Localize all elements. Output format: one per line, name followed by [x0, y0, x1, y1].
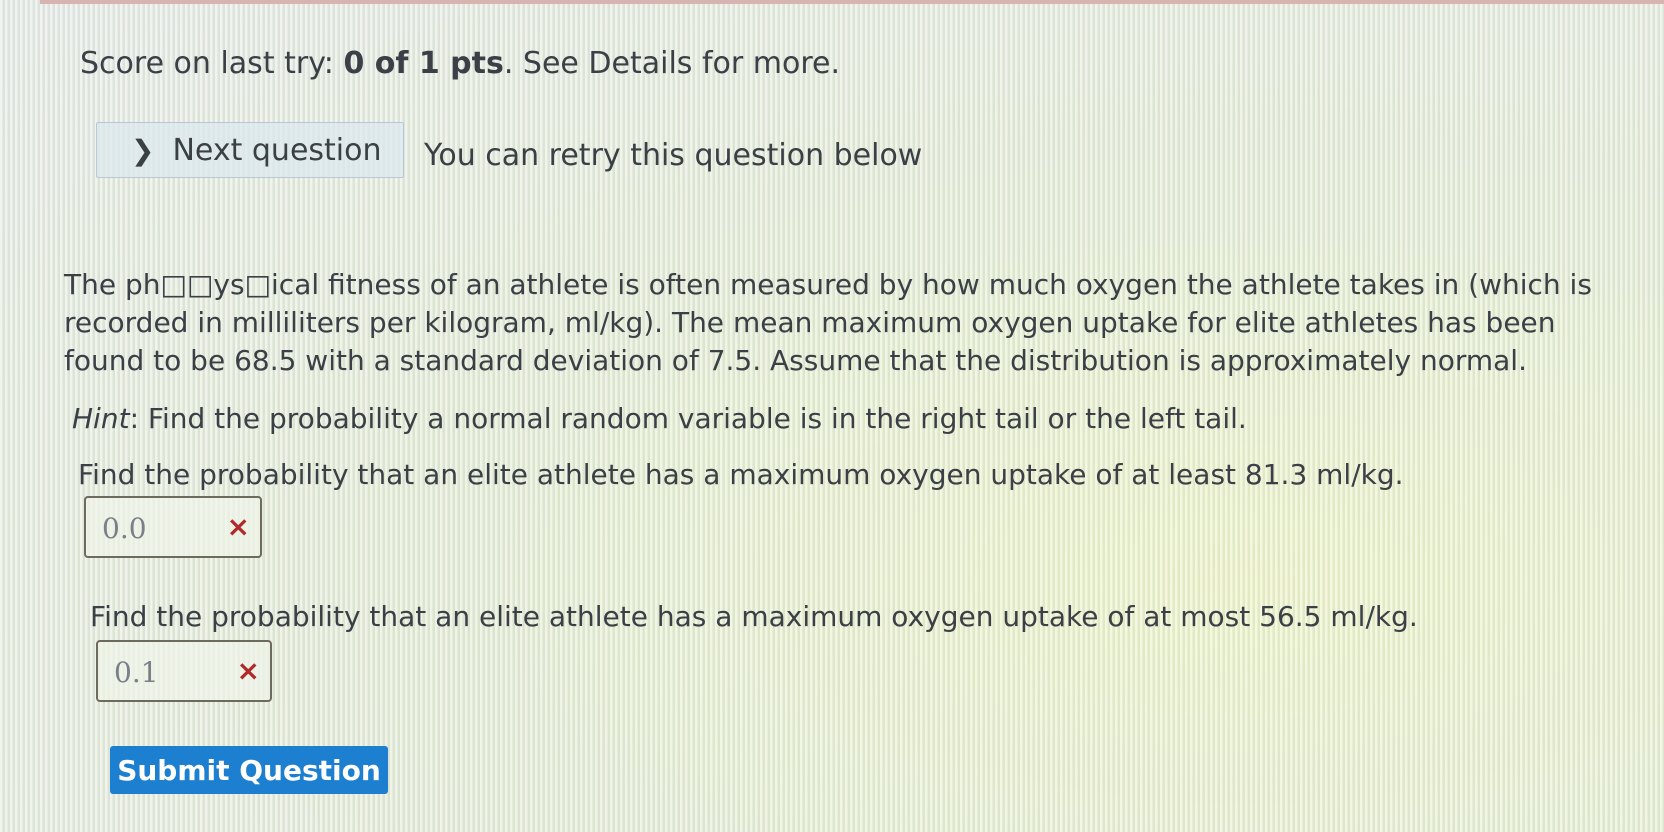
top-divider — [40, 0, 1664, 4]
next-question-button[interactable]: ❯ Next question — [96, 122, 404, 178]
retry-message: You can retry this question below — [424, 138, 923, 173]
submit-question-button[interactable]: Submit Question — [110, 746, 388, 794]
part-2-prompt: Find the probability that an elite athle… — [90, 600, 1418, 633]
part-1-prompt: Find the probability that an elite athle… — [78, 458, 1404, 491]
score-points: 0 of 1 pts — [343, 46, 504, 81]
hint-text: : Find the probability a normal random v… — [129, 402, 1247, 435]
part-2-answer-field[interactable]: 0.1 × — [96, 640, 272, 702]
incorrect-x-icon: × — [226, 510, 250, 543]
score-suffix: . See Details for more. — [503, 46, 840, 81]
part-2-answer-value: 0.1 — [114, 656, 159, 689]
hint: Hint: Find the probability a normal rand… — [72, 402, 1247, 435]
question-text: The ph□□ys□ical fitness of an athlete is… — [64, 268, 1592, 377]
next-question-label: Next question — [172, 132, 382, 168]
part-1-answer-field[interactable]: 0.0 × — [84, 496, 262, 558]
hint-label: Hint — [72, 402, 130, 435]
chevron-right-icon: ❯ — [131, 133, 155, 167]
part-1-answer-value: 0.0 — [102, 512, 147, 545]
score-summary: Score on last try: 0 of 1 pts. See Detai… — [80, 46, 840, 81]
incorrect-x-icon: × — [236, 654, 260, 687]
score-prefix: Score on last try: — [80, 46, 344, 81]
